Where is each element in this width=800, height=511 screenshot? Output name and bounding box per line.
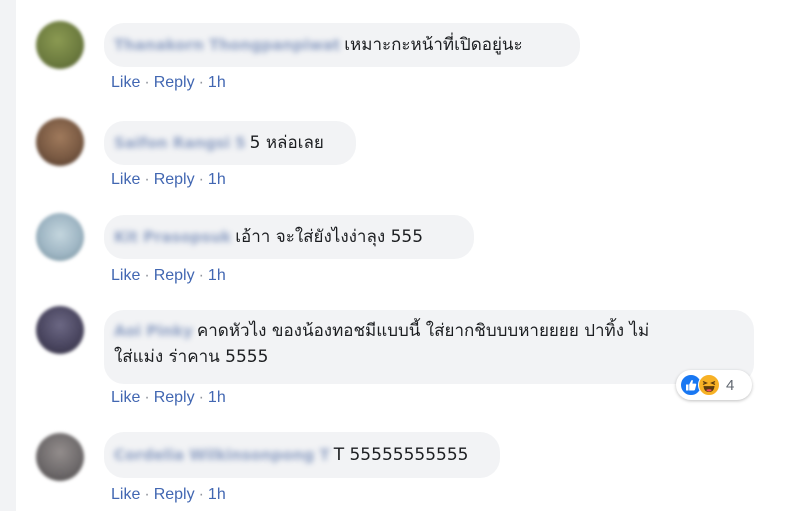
left-edge-strip	[0, 0, 16, 511]
comment-actions: Like · Reply · 1h	[111, 486, 226, 504]
haha-icon	[698, 374, 720, 396]
like-link[interactable]: Like	[111, 171, 140, 188]
comment-bubble: Kit Prasopsuk เอ้าา จะใส่ยังไงง่าลุง 555	[104, 215, 474, 259]
comment-text: T 55555555555	[333, 445, 469, 465]
avatar[interactable]	[36, 21, 84, 69]
avatar[interactable]	[36, 306, 84, 354]
comment-actions: Like · Reply · 1h	[111, 267, 226, 285]
comment-bubble: Saifon Rangsi 5 5 หล่อเลย	[104, 121, 356, 165]
separator: ·	[198, 171, 204, 188]
reply-link[interactable]: Reply	[154, 389, 195, 406]
reaction-count: 4	[726, 376, 735, 394]
reply-link[interactable]: Reply	[154, 486, 195, 503]
separator: ·	[144, 389, 150, 406]
like-link[interactable]: Like	[111, 267, 140, 284]
separator: ·	[144, 267, 150, 284]
separator: ·	[198, 389, 204, 406]
avatar[interactable]	[36, 213, 84, 261]
comment-bubble: Thanakorn Thongpanpiwat เหมาะกะหน้าที่เป…	[104, 23, 580, 67]
separator: ·	[198, 74, 204, 91]
comment-bubble: Aoi Pinky คาดหัวไง ของน้องทอชมีแบบนี้ ใส่…	[104, 310, 754, 384]
separator: ·	[144, 171, 150, 188]
reply-link[interactable]: Reply	[154, 74, 195, 91]
comment-author[interactable]: Kit Prasopsuk	[114, 224, 231, 250]
reply-link[interactable]: Reply	[154, 267, 195, 284]
comment-text: เหมาะกะหน้าที่เปิดอยู่นะ	[344, 35, 523, 55]
avatar[interactable]	[36, 118, 84, 166]
comment-text: เอ้าา จะใส่ยังไงง่าลุง 555	[235, 227, 424, 247]
comment-text: คาดหัวไง ของน้องทอชมีแบบนี้ ใส่ยากชิบบบห…	[196, 321, 650, 341]
comment-text-line-1: Aoi Pinky คาดหัวไง ของน้องทอชมีแบบนี้ ใส่…	[114, 318, 740, 344]
comment-actions: Like · Reply · 1h	[111, 171, 226, 189]
comment-author[interactable]: Aoi Pinky	[114, 318, 193, 344]
avatar[interactable]	[36, 433, 84, 481]
reply-link[interactable]: Reply	[154, 171, 195, 188]
like-link[interactable]: Like	[111, 389, 140, 406]
like-link[interactable]: Like	[111, 486, 140, 503]
reaction-summary[interactable]: 4	[676, 370, 752, 400]
comment-text-line-2: ใส่แม่ง ร่าคาน 5555	[114, 347, 269, 367]
separator: ·	[198, 486, 204, 503]
comment-actions: Like · Reply · 1h	[111, 389, 226, 407]
timestamp[interactable]: 1h	[208, 389, 226, 406]
timestamp[interactable]: 1h	[208, 74, 226, 91]
timestamp[interactable]: 1h	[208, 171, 226, 188]
separator: ·	[144, 74, 150, 91]
separator: ·	[144, 486, 150, 503]
timestamp[interactable]: 1h	[208, 267, 226, 284]
comment-bubble: Cordelia Wilkinsonpong T T 55555555555	[104, 432, 500, 478]
like-link[interactable]: Like	[111, 74, 140, 91]
comment-author[interactable]: Cordelia Wilkinsonpong T	[114, 442, 330, 468]
comment-actions: Like · Reply · 1h	[111, 74, 226, 92]
comment-author[interactable]: Thanakorn Thongpanpiwat	[114, 32, 340, 58]
comment-text: 5 หล่อเลย	[249, 133, 324, 153]
timestamp[interactable]: 1h	[208, 486, 226, 503]
comment-author[interactable]: Saifon Rangsi 5	[114, 130, 246, 156]
separator: ·	[198, 267, 204, 284]
